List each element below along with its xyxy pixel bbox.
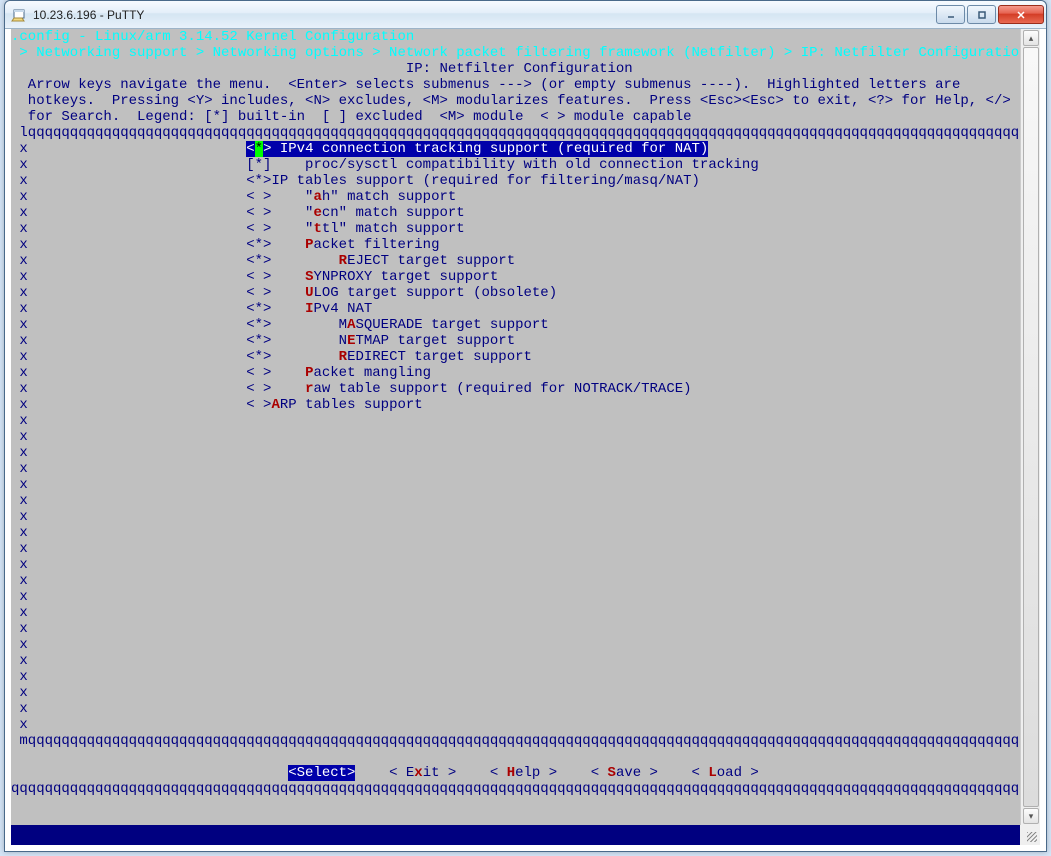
window-title: 10.23.6.196 - PuTTY: [33, 8, 144, 22]
terminal[interactable]: .config - Linux/arm 3.14.52 Kernel Confi…: [11, 29, 1020, 825]
putty-icon: [11, 7, 27, 23]
terminal-container: .config - Linux/arm 3.14.52 Kernel Confi…: [11, 29, 1040, 845]
maximize-button[interactable]: [967, 5, 996, 24]
putty-window: 10.23.6.196 - PuTTY .config - Linux/arm …: [4, 0, 1047, 852]
resize-grip[interactable]: [1020, 825, 1040, 845]
scroll-thumb[interactable]: [1023, 47, 1039, 807]
window-controls: [936, 5, 1044, 24]
titlebar[interactable]: 10.23.6.196 - PuTTY: [5, 1, 1046, 29]
scroll-up-arrow[interactable]: ▴: [1023, 30, 1039, 46]
minimize-button[interactable]: [936, 5, 965, 24]
close-button[interactable]: [998, 5, 1044, 24]
scroll-down-arrow[interactable]: ▾: [1023, 808, 1039, 824]
vertical-scrollbar[interactable]: ▴ ▾: [1020, 29, 1040, 825]
